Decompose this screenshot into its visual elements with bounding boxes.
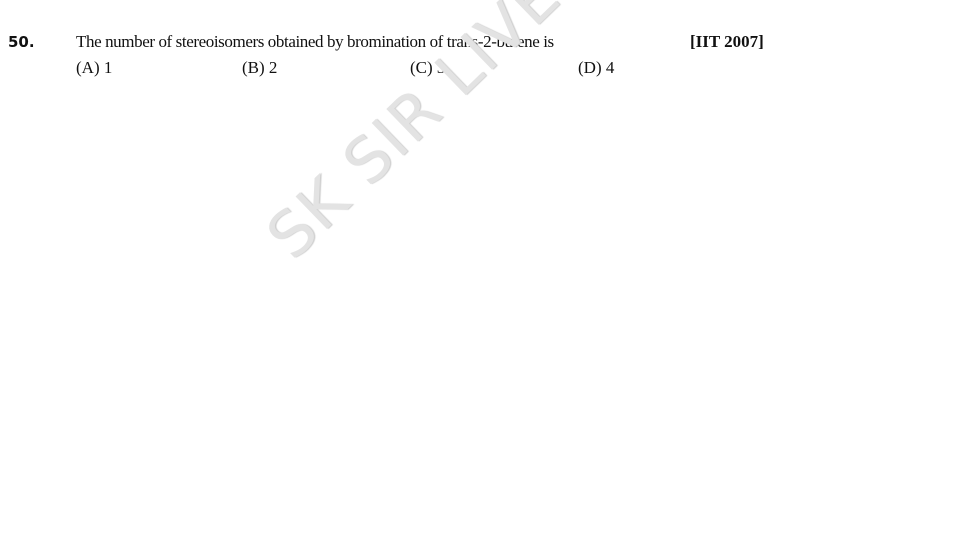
- question-source-tag: [IIT 2007]: [690, 32, 764, 51]
- option-a-label: (A): [76, 58, 100, 77]
- option-a: (A) 1: [76, 58, 112, 78]
- option-a-value: 1: [103, 58, 113, 77]
- question-number: 50.: [8, 33, 35, 51]
- option-b: (B) 2: [242, 58, 277, 78]
- option-d-label: (D): [578, 58, 602, 77]
- option-b-label: (B): [242, 58, 265, 77]
- option-d-value: 4: [605, 58, 615, 77]
- question-page: 50. The number of stereoisomers obtained…: [0, 0, 960, 540]
- option-d: (D) 4: [578, 58, 614, 78]
- option-b-value: 2: [268, 58, 278, 77]
